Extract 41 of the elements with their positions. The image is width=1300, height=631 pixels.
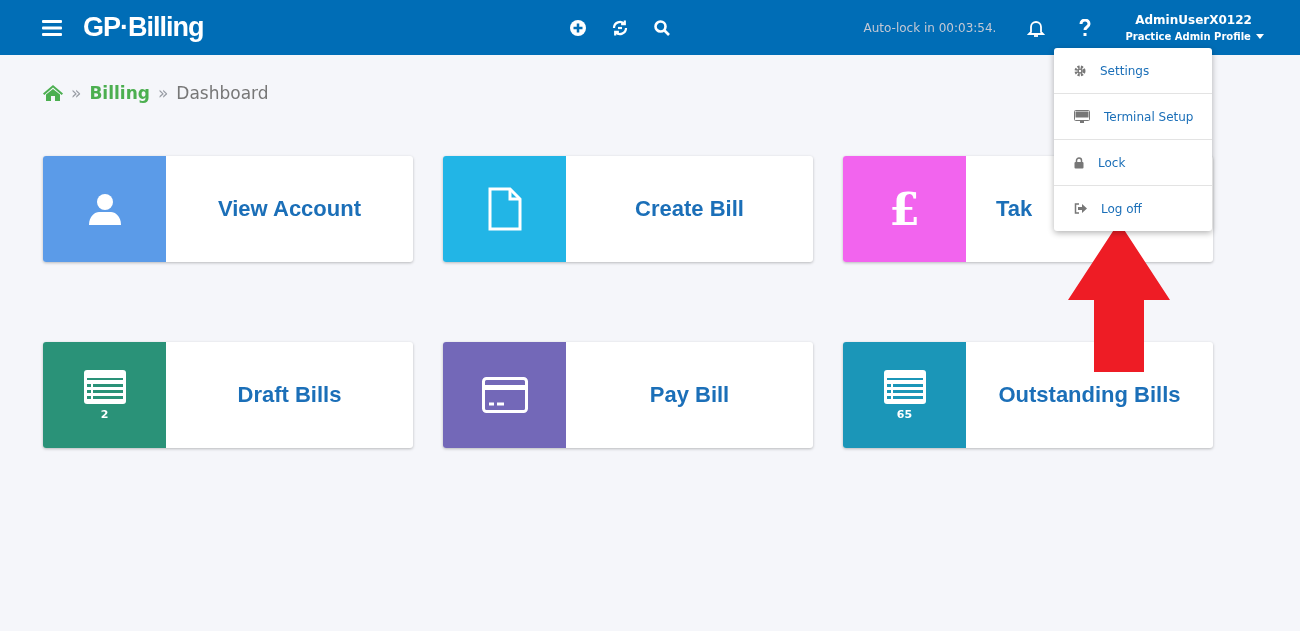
home-icon[interactable] xyxy=(43,85,63,101)
gear-icon xyxy=(1074,64,1086,77)
tile-count: 65 xyxy=(896,407,913,421)
refresh-icon[interactable] xyxy=(610,18,629,37)
user-icon xyxy=(86,191,123,227)
help-icon[interactable] xyxy=(1078,18,1093,37)
menu-item[interactable]: Log off xyxy=(1054,185,1212,231)
caret-icon xyxy=(1255,34,1264,39)
logout-icon xyxy=(1074,203,1087,214)
menu-item[interactable]: Settings xyxy=(1054,48,1212,93)
tile-title: Create Bill xyxy=(635,196,744,222)
tile-count: 2 xyxy=(100,407,109,421)
lock-icon xyxy=(1074,156,1084,169)
tile-title: Draft Bills xyxy=(237,382,342,408)
menu-item[interactable]: Terminal Setup xyxy=(1054,93,1212,139)
pound-icon: £ xyxy=(889,183,920,235)
dashboard-tile[interactable]: Create Bill xyxy=(443,156,813,262)
menu-item[interactable]: Lock xyxy=(1054,139,1212,185)
list-icon xyxy=(83,369,126,404)
monitor-icon xyxy=(1074,109,1090,124)
tile-title: View Account xyxy=(217,196,361,222)
menu-icon[interactable] xyxy=(42,18,62,37)
breadcrumb-separator: » xyxy=(71,83,82,103)
app-logo[interactable]: GP·Billing xyxy=(83,12,204,43)
user-name: AdminUserX0122 xyxy=(1135,13,1252,27)
dashboard-tile[interactable]: Pay Bill xyxy=(443,342,813,448)
tile-title: Pay Bill xyxy=(649,382,730,408)
list-icon xyxy=(883,369,926,404)
auto-lock-timer: Auto-lock in 00:03:54. xyxy=(863,20,997,35)
search-icon[interactable] xyxy=(652,18,671,37)
file-icon xyxy=(487,187,522,231)
dashboard-tile[interactable]: View Account xyxy=(43,156,413,262)
profile-dropdown[interactable]: Practice Admin Profile xyxy=(1125,31,1264,42)
dashboard-tile[interactable]: 2 Draft Bills xyxy=(43,342,413,448)
tile-title: Outstanding Bills xyxy=(998,382,1181,408)
dashboard-tile[interactable]: 65 Outstanding Bills xyxy=(843,342,1213,448)
add-icon[interactable] xyxy=(568,18,587,37)
breadcrumb-separator: » xyxy=(157,83,169,103)
breadcrumb-current: Dashboard xyxy=(176,83,269,103)
card-icon xyxy=(481,377,528,413)
tile-title: Tak xyxy=(996,196,1033,222)
